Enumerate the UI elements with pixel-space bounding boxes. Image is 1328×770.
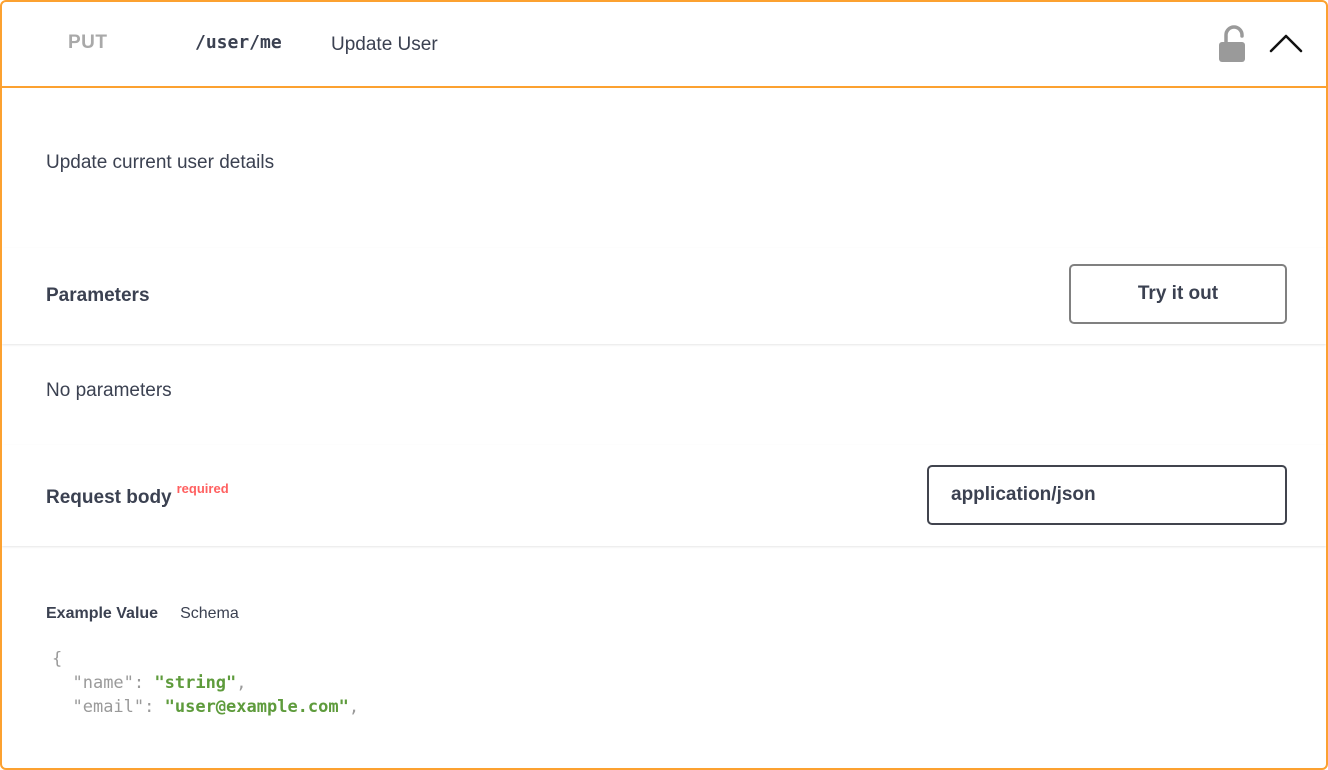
required-badge: required bbox=[176, 481, 229, 496]
operation-summary-text: Update User bbox=[331, 34, 438, 55]
example-tabs: Example Value Schema bbox=[46, 605, 239, 623]
chevron-up-icon[interactable] bbox=[1266, 28, 1306, 58]
endpoint-path: /user/me bbox=[195, 32, 282, 53]
json-key: "email" bbox=[72, 697, 145, 717]
tab-example-value[interactable]: Example Value bbox=[46, 605, 158, 623]
unlocked-padlock-icon[interactable] bbox=[1216, 24, 1252, 64]
parameters-header: Parameters Try it out bbox=[2, 248, 1326, 344]
json-value: "string" bbox=[154, 673, 237, 693]
operation-summary[interactable]: PUT /user/me Update User bbox=[2, 2, 1326, 88]
json-key: "name" bbox=[72, 673, 134, 693]
operation-block: PUT /user/me Update User Update current … bbox=[0, 0, 1328, 770]
example-json-code: { "name": "string", "email": "user@examp… bbox=[52, 649, 360, 717]
json-open-brace: { bbox=[52, 649, 63, 669]
try-it-out-button[interactable]: Try it out bbox=[1069, 264, 1287, 324]
parameters-title: Parameters bbox=[46, 285, 150, 306]
request-body-title: Request body required bbox=[46, 481, 229, 509]
request-body-header: Request body required application/json bbox=[2, 445, 1326, 546]
content-type-select[interactable]: application/json bbox=[927, 465, 1287, 525]
content-type-value: application/json bbox=[951, 484, 1096, 505]
json-value: "user@example.com" bbox=[164, 697, 349, 717]
operation-description: Update current user details bbox=[46, 152, 275, 173]
tab-schema[interactable]: Schema bbox=[180, 605, 239, 623]
http-method-badge: PUT bbox=[68, 32, 108, 53]
no-parameters-text: No parameters bbox=[46, 380, 172, 401]
request-body-label: Request body bbox=[46, 487, 172, 508]
